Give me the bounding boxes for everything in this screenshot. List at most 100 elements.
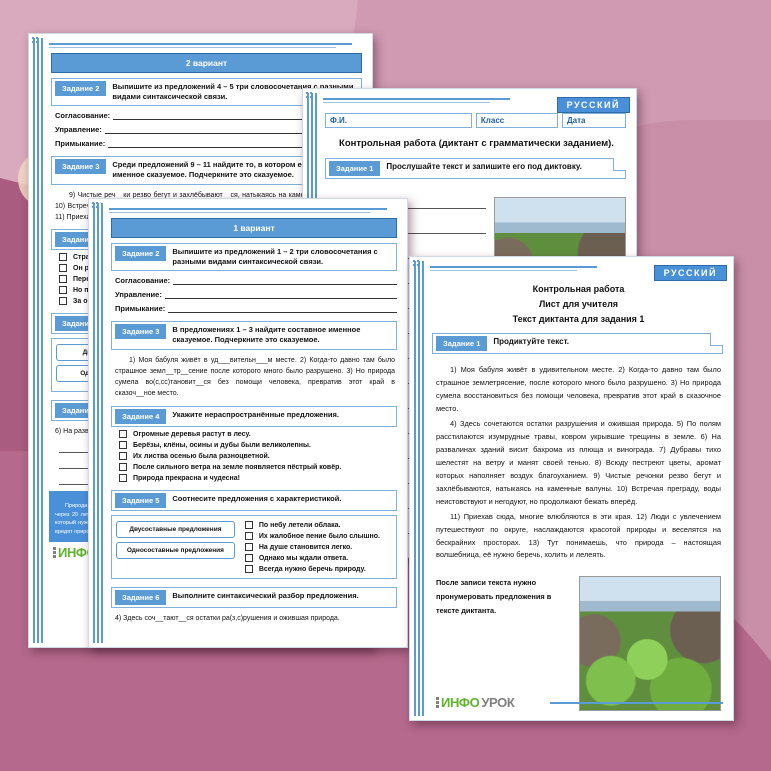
- checkbox-option[interactable]: Однако мы ждали ответа.: [244, 554, 392, 563]
- task-4-tag: Задание 4: [115, 409, 167, 425]
- checkbox-icon[interactable]: [244, 532, 253, 541]
- checkbox-option[interactable]: Берёзы, клёны, осины и дубы были великол…: [119, 441, 395, 450]
- task-1-banner: Задание 1 Прослушайте текст и запишите е…: [325, 157, 626, 179]
- checkbox-icon[interactable]: [119, 430, 127, 439]
- corner-dots-icon: [306, 92, 318, 104]
- checkbox-icon[interactable]: [59, 275, 67, 284]
- logo-text-gray: УРОК: [481, 695, 515, 710]
- answer-row-primykanie[interactable]: Примыкание:: [115, 304, 397, 314]
- chip-odnosostavnye[interactable]: Односоставные предложения: [116, 542, 235, 560]
- logo-mark-icon: [53, 546, 56, 558]
- checkbox-icon[interactable]: [59, 264, 67, 273]
- checkbox-option[interactable]: Их жалобное пение было слышно.: [244, 532, 392, 541]
- checkbox-icon[interactable]: [119, 474, 127, 483]
- checkbox-icon[interactable]: [59, 253, 67, 262]
- banner-notch-decor: [710, 333, 723, 347]
- ruins-photo: [579, 576, 721, 712]
- label-primykanie: Примыкание:: [55, 139, 106, 149]
- field-name[interactable]: Ф.И.: [325, 113, 472, 128]
- checkbox-option[interactable]: По небу летели облака.: [244, 521, 392, 530]
- teacher-note: После записи текста нужно пронумеровать …: [436, 578, 552, 615]
- answer-rule[interactable]: [173, 276, 397, 286]
- task-2-text: Выпишите из предложений 1 – 2 три словос…: [172, 247, 378, 267]
- task-1-text: Прослушайте текст и запишите его под дик…: [386, 161, 582, 171]
- answer-row-upravlenie[interactable]: Управление:: [115, 290, 397, 300]
- checkbox-option[interactable]: Природа прекрасна и чудесна!: [119, 474, 395, 483]
- chip-dvusostavnye[interactable]: Двусоставные предложения: [116, 521, 235, 539]
- checkbox-icon[interactable]: [244, 554, 253, 563]
- checkbox-icon[interactable]: [59, 297, 67, 306]
- field-date[interactable]: Дата: [561, 113, 627, 128]
- task-5-text: Соотнесите предложения с характеристикой…: [172, 494, 342, 504]
- task-6-tag: Задание 6: [115, 590, 167, 606]
- dictation-paragraph-3: 11) Приехав сюда, многие влюбляются в эт…: [436, 511, 721, 560]
- answer-rule[interactable]: [168, 304, 397, 314]
- identity-fields-row: Ф.И. Класс Дата: [325, 113, 627, 128]
- task-1-tag: Задание 1: [436, 336, 488, 352]
- option-label: На душе становится легко.: [258, 543, 353, 551]
- task-2-banner: Задание 2 Выпишите из предложений 1 – 2 …: [111, 243, 397, 272]
- page-top-rule-thin: [109, 212, 371, 213]
- dictation-paragraph-2: 4) Здесь сочетаются остатки разрушения и…: [436, 418, 721, 506]
- option-label: Огромные деревья растут в лесу.: [133, 430, 251, 438]
- page-bottom-rule: [550, 702, 723, 704]
- checkbox-option[interactable]: На душе становится легко.: [244, 543, 392, 552]
- checkbox-icon[interactable]: [119, 441, 127, 450]
- task-1-banner: Задание 1 Продиктуйте текст.: [432, 333, 723, 355]
- checkbox-icon[interactable]: [244, 543, 253, 552]
- checkbox-icon[interactable]: [244, 565, 253, 574]
- checkbox-icon[interactable]: [119, 463, 127, 472]
- option-label: Природа прекрасна и чудесна!: [133, 474, 240, 482]
- option-label: Берёзы, клёны, осины и дубы были великол…: [133, 441, 311, 449]
- task-2-tag: Задание 2: [115, 246, 167, 261]
- worksheet-page-variant-1[interactable]: 1 вариант Задание 2 Выпишите из предложе…: [88, 198, 408, 648]
- field-class[interactable]: Класс: [475, 113, 558, 128]
- teacher-title-line-1: Контрольная работа: [532, 284, 625, 294]
- logo-mark-icon: [436, 697, 439, 708]
- corner-dots-icon: [32, 37, 44, 49]
- checkbox-option[interactable]: После сильного ветра на земле появляется…: [119, 463, 395, 472]
- label-upravlenie: Управление:: [55, 125, 102, 135]
- infourok-logo: ИНФО УРОК: [432, 692, 515, 712]
- page-top-rule-thin: [430, 270, 577, 271]
- label-primykanie: Примыкание:: [115, 304, 166, 314]
- task-3-tag: Задание 3: [55, 159, 107, 175]
- task-5-banner: Задание 5 Соотнесите предложения с харак…: [111, 490, 397, 512]
- page-top-rule: [49, 43, 352, 45]
- task-4-text: Укажите нераспространённые предложения.: [172, 410, 339, 420]
- page-rail-decor: [33, 38, 45, 643]
- variant-header: 2 вариант: [51, 53, 362, 73]
- page-top-rule-thin: [323, 102, 490, 103]
- option-label: По небу летели облака.: [258, 521, 341, 529]
- task-3-banner: Задание 3 В предложениях 1 – 3 найдите с…: [111, 321, 397, 350]
- teacher-title-line-3: Текст диктанта для задания 1: [512, 314, 645, 325]
- page-top-rule-thin: [49, 47, 336, 48]
- checkbox-option[interactable]: Их листва осенью была разноцветной.: [119, 452, 395, 461]
- task-3-tag: Задание 3: [115, 324, 167, 340]
- page-top-rule: [323, 98, 510, 100]
- corner-dots-icon: [92, 202, 104, 214]
- checkbox-icon[interactable]: [59, 286, 67, 295]
- answer-row-soglasovanie[interactable]: Согласование:: [115, 276, 397, 286]
- checkbox-icon[interactable]: [244, 521, 253, 530]
- logo-text-green: ИНФО: [441, 695, 480, 710]
- checkbox-icon[interactable]: [119, 452, 127, 461]
- task-1-text: Продиктуйте текст.: [493, 337, 570, 347]
- subject-tag-russian: РУССКИЙ: [556, 97, 630, 113]
- option-label: Их листва осенью была разноцветной.: [133, 452, 270, 460]
- banner-notch-decor: [613, 157, 626, 171]
- task-6-text: Выполните синтаксический разбор предложе…: [172, 591, 359, 601]
- label-upravlenie: Управление:: [115, 290, 162, 300]
- page-rail-decor: [414, 261, 426, 716]
- task-3-body: 1) Моя бабуля живёт в уд___вительн___м м…: [115, 356, 395, 398]
- subject-tag-russian: РУССКИЙ: [653, 265, 727, 281]
- label-soglasovanie: Согласование:: [55, 111, 111, 121]
- task-6-body: 4) Здесь соч__тают__ся остатки ра(з,с)ру…: [115, 615, 340, 623]
- page-top-rule: [430, 266, 597, 268]
- option-label: Их жалобное пение было слышно.: [258, 532, 380, 540]
- checkbox-option[interactable]: Огромные деревья растут в лесу.: [119, 430, 395, 439]
- variant-header: 1 вариант: [111, 218, 397, 238]
- worksheet-page-teacher-sheet[interactable]: РУССКИЙ Контрольная работа Лист для учит…: [409, 256, 734, 721]
- answer-rule[interactable]: [164, 290, 397, 300]
- checkbox-option[interactable]: Всегда нужно беречь природу.: [244, 565, 392, 574]
